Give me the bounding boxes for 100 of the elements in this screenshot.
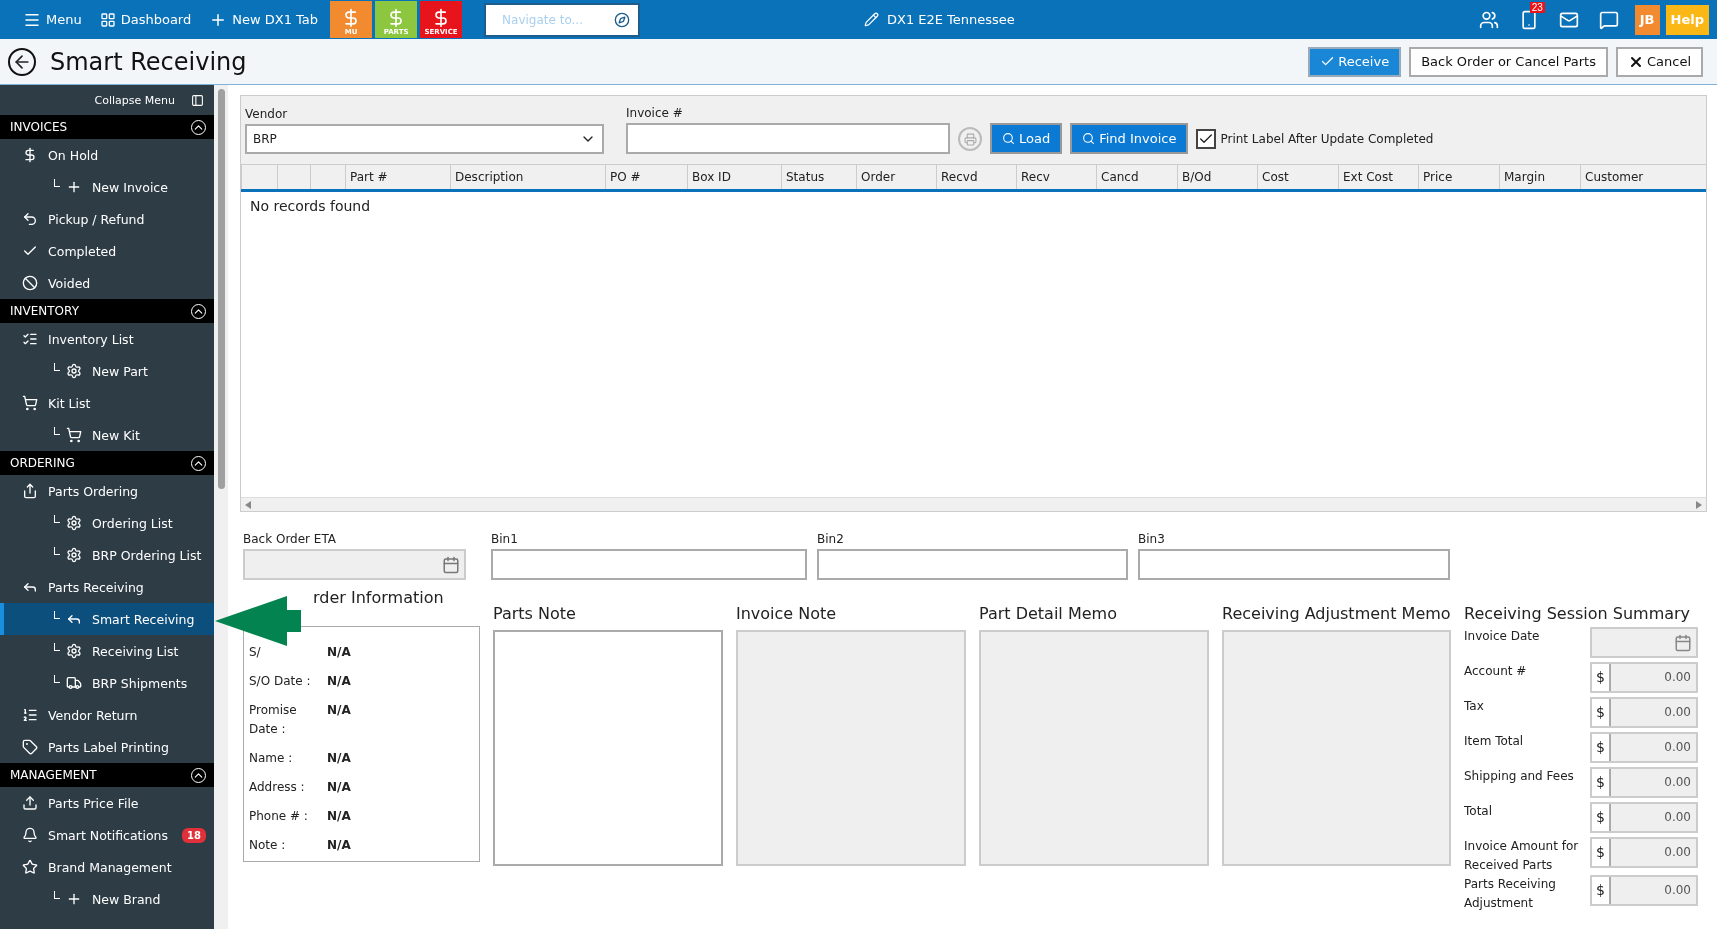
vendor-select[interactable]: BRP <box>245 124 604 154</box>
column-header[interactable]: Recvd <box>936 165 1016 189</box>
search-icon <box>1082 132 1096 145</box>
sidebar-item[interactable]: Completed <box>0 235 214 267</box>
sidebar-item[interactable]: Pickup / Refund <box>0 203 214 235</box>
sidebar-item[interactable]: Parts Receiving <box>0 571 214 603</box>
menu-item-icon <box>66 515 82 531</box>
info-label: Name : <box>249 750 294 767</box>
collapse-menu-link[interactable]: Collapse Menu <box>94 93 175 107</box>
section-title: Parts Note <box>493 604 577 624</box>
column-header[interactable]: Box ID <box>687 165 781 189</box>
summary-label: Item Total <box>1464 733 1525 750</box>
sidebar-item[interactable]: BRP Shipments <box>0 667 214 699</box>
column-header[interactable]: Margin <box>1499 165 1580 189</box>
column-header[interactable]: Ext Cost <box>1338 165 1418 189</box>
column-header[interactable]: Customer <box>1580 165 1706 189</box>
menu-item-icon <box>22 147 38 163</box>
column-header[interactable]: Recv <box>1016 165 1096 189</box>
summary-label: Shipping and Fees <box>1464 768 1575 785</box>
menu-item-icon <box>22 275 38 291</box>
amount-field[interactable]: $ 0.00 <box>1590 767 1698 798</box>
sidebar-item[interactable]: Brand Management <box>0 851 214 883</box>
users-icon <box>1478 9 1499 30</box>
notification-badge: 23 <box>1529 2 1545 13</box>
info-value: N/A <box>327 779 352 796</box>
compass-icon <box>614 11 631 28</box>
dashboard-link[interactable]: Dashboard <box>90 0 201 39</box>
sidebar-item[interactable]: Smart Notifications 18 <box>0 819 214 851</box>
amount-field[interactable]: $ 0.00 <box>1590 697 1698 728</box>
calendar-icon <box>1674 633 1692 652</box>
sidebar-item[interactable]: New Invoice <box>0 171 214 203</box>
sidebar-item[interactable]: Parts Price File <box>0 787 214 819</box>
section-header[interactable]: ORDERING <box>0 451 214 475</box>
phone-button[interactable]: 23 <box>1508 0 1549 39</box>
sidebar-item[interactable]: Ordering List <box>0 507 214 539</box>
field-label: Bin2 <box>817 532 845 546</box>
sidebar-item[interactable]: Inventory List <box>0 323 214 355</box>
bin-field[interactable] <box>817 549 1128 580</box>
menu-button[interactable]: Menu <box>14 0 91 39</box>
chat-icon <box>1598 9 1619 30</box>
info-label: Phone # : <box>249 808 309 825</box>
cancel-button[interactable]: Cancel <box>1615 46 1703 77</box>
back-order-button[interactable]: Back Order or Cancel Parts <box>1409 46 1608 77</box>
column-header[interactable]: Order <box>856 165 936 189</box>
menu-item-icon <box>66 363 82 379</box>
column-header[interactable]: Price <box>1418 165 1499 189</box>
bin-field[interactable] <box>1138 549 1450 580</box>
sidebar-item[interactable]: New Brand <box>0 883 214 915</box>
sidebar-item[interactable]: Vendor Return <box>0 699 214 731</box>
find-invoice-button[interactable]: Find Invoice <box>1070 123 1189 154</box>
amount-field[interactable]: $ 0.00 <box>1590 837 1698 868</box>
sidebar-item[interactable]: Parts Ordering <box>0 475 214 507</box>
section-header[interactable]: INVENTORY <box>0 299 214 323</box>
sidebar-item[interactable]: Kit List <box>0 387 214 419</box>
sidebar-item[interactable]: Receiving List <box>0 635 214 667</box>
menu-item-icon <box>66 643 82 659</box>
column-header[interactable]: Cancd <box>1096 165 1177 189</box>
menu-item-icon <box>22 395 38 411</box>
menu-item-icon <box>66 891 82 907</box>
invoice-field[interactable] <box>626 123 950 154</box>
section-title: Invoice Note <box>736 604 838 624</box>
navigate-box[interactable]: Navigate to... <box>484 2 641 37</box>
date-field[interactable] <box>1590 627 1698 658</box>
scrollbar[interactable] <box>214 85 228 929</box>
section-header[interactable]: INVOICES <box>0 115 214 139</box>
bin-field[interactable] <box>491 549 807 580</box>
info-value: N/A <box>327 673 352 690</box>
amount-field[interactable]: $ 0.00 <box>1590 802 1698 833</box>
info-label: S/ <box>249 644 262 661</box>
new-tab-link[interactable]: New DX1 Tab <box>200 0 328 39</box>
checkbox[interactable] <box>1196 128 1217 149</box>
menu-item-icon <box>22 211 38 227</box>
sidebar-item[interactable]: Smart Receiving <box>0 603 214 635</box>
load-button[interactable]: Load <box>990 123 1063 154</box>
column-header[interactable]: B/Od <box>1177 165 1257 189</box>
section-header[interactable]: MANAGEMENT <box>0 763 214 787</box>
sidebar-item[interactable]: On Hold <box>0 139 214 171</box>
amount-field[interactable]: $ 0.00 <box>1590 662 1698 693</box>
sidebar-item[interactable]: New Part <box>0 355 214 387</box>
sidebar-item[interactable]: New Kit <box>0 419 214 451</box>
info-label: Promise Date : <box>249 702 298 738</box>
receive-button[interactable]: Receive <box>1308 46 1402 77</box>
column-header[interactable]: Part # <box>345 165 450 189</box>
column-header[interactable]: PO # <box>605 165 687 189</box>
menu-item-icon <box>66 179 82 195</box>
menu-item-icon <box>22 859 38 875</box>
column-header[interactable]: Cost <box>1257 165 1338 189</box>
column-header[interactable]: Status <box>781 165 856 189</box>
info-value: N/A <box>327 644 352 661</box>
menu-item-icon <box>22 331 38 347</box>
sidebar-item[interactable]: Parts Label Printing <box>0 731 214 763</box>
amount-field[interactable]: $ 0.00 <box>1590 875 1698 906</box>
sidebar-item[interactable]: Voided <box>0 267 214 299</box>
info-label: S/O Date : <box>249 673 312 690</box>
sidebar-item[interactable]: BRP Ordering List <box>0 539 214 571</box>
location-name: DX1 E2E Tennessee <box>886 12 1015 27</box>
amount-field[interactable]: $ 0.00 <box>1590 732 1698 763</box>
horizontal-scrollbar[interactable] <box>241 497 1706 511</box>
note-field[interactable] <box>493 630 723 866</box>
column-header[interactable]: Description <box>450 165 605 189</box>
